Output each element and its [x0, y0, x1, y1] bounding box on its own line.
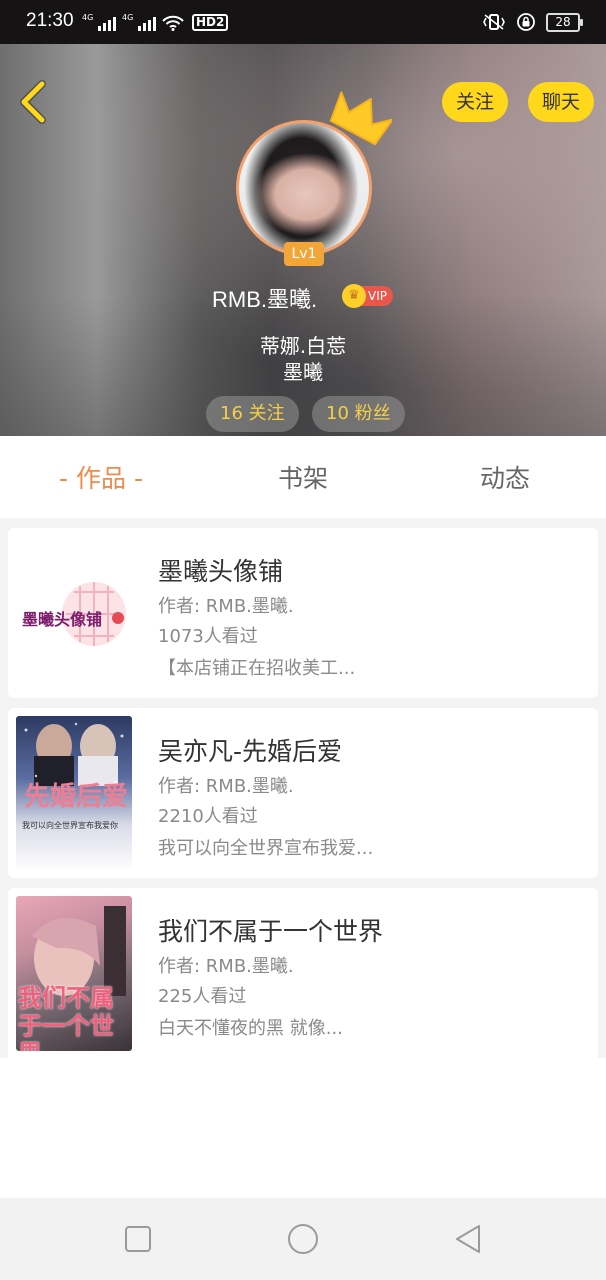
signal-icon-2: 4G — [122, 13, 156, 31]
bio-line-1: 蒂娜.白莣 — [259, 334, 347, 358]
tab-activity[interactable]: 动态 — [404, 436, 606, 518]
work-views: 225人看过 — [158, 986, 247, 1007]
work-description: 我可以向全世界宣布我爱... — [158, 838, 374, 859]
status-right-icons: 28 — [482, 12, 583, 32]
back-triangle-icon[interactable] — [451, 1222, 485, 1256]
cover-title-text: 先婚后爱 — [24, 782, 129, 812]
work-card[interactable]: 墨曦头像铺 墨曦头像铺 作者: RMB.墨曦. 1073人看过 【本店铺正在招收… — [8, 528, 598, 698]
profile-header: 21:30 4G 4G HD2 28 关注 聊天 Lv1 RMB.墨曦. ♛ V… — [0, 0, 606, 436]
work-cover-image: 我们不属于一个世界 — [16, 896, 132, 1051]
status-left-icons: 4G 4G HD2 — [82, 13, 229, 31]
work-cover-image: 墨曦头像铺 — [16, 536, 132, 691]
crown-icon — [329, 91, 392, 146]
level-badge: Lv1 — [284, 242, 324, 266]
work-title: 墨曦头像铺 — [158, 557, 284, 586]
username: RMB.墨曦. — [212, 287, 318, 312]
home-icon[interactable] — [286, 1222, 320, 1256]
bio-line-2: 墨曦 — [283, 360, 323, 384]
tab-works[interactable]: - 作品 - — [0, 436, 202, 518]
work-description: 白天不懂夜的黑 就像... — [158, 1018, 343, 1039]
back-arrow-icon[interactable] — [14, 78, 54, 126]
lock-rotation-icon — [517, 13, 535, 31]
vip-badge: ♛ VIP — [342, 284, 393, 308]
work-card[interactable]: 先婚后爱 我可以向全世界宣布我爱你 吴亦凡-先婚后爱 作者: RMB.墨曦. 2… — [8, 708, 598, 878]
work-card[interactable]: 我们不属于一个世界 我们不属于一个世界 作者: RMB.墨曦. 225人看过 白… — [8, 888, 598, 1058]
chat-button[interactable]: 聊天 — [528, 82, 595, 122]
system-navigation-bar — [0, 1198, 606, 1280]
cover-title-text: 我们不属于一个世界 — [18, 984, 114, 1051]
work-author: 作者: RMB.墨曦. — [158, 776, 294, 797]
work-author: 作者: RMB.墨曦. — [158, 596, 294, 617]
cover-subtitle-text: 我可以向全世界宣布我爱你 — [22, 821, 118, 830]
tab-bookshelf[interactable]: 书架 — [202, 436, 404, 518]
work-description: 【本店铺正在招收美工... — [158, 658, 356, 679]
list-empty-area — [0, 1058, 606, 1198]
signal-icon-1: 4G — [82, 13, 116, 31]
fans-count-button[interactable]: 10 粉丝 — [312, 396, 405, 432]
work-cover-image: 先婚后爱 我可以向全世界宣布我爱你 — [16, 716, 132, 871]
work-views: 1073人看过 — [158, 626, 258, 647]
vip-crown-icon: ♛ — [342, 284, 366, 308]
recent-apps-icon[interactable] — [121, 1222, 155, 1256]
works-list: 墨曦头像铺 墨曦头像铺 作者: RMB.墨曦. 1073人看过 【本店铺正在招收… — [8, 528, 598, 1058]
hd-icon: HD2 — [192, 14, 229, 31]
battery-icon: 28 — [546, 12, 583, 32]
vibrate-icon — [483, 14, 505, 30]
work-author: 作者: RMB.墨曦. — [158, 956, 294, 977]
cover-title-text: 墨曦头像铺 — [22, 610, 103, 629]
following-count-button[interactable]: 16 关注 — [206, 396, 299, 432]
status-time: 21:30 — [26, 10, 74, 31]
wifi-icon — [162, 15, 184, 31]
profile-tabs: - 作品 - 书架 动态 — [0, 436, 606, 518]
work-title: 吴亦凡-先婚后爱 — [158, 737, 343, 766]
status-bar: 21:30 4G 4G HD2 28 — [0, 0, 606, 44]
work-views: 2210人看过 — [158, 806, 258, 827]
work-title: 我们不属于一个世界 — [158, 917, 384, 946]
follow-button[interactable]: 关注 — [442, 82, 509, 122]
